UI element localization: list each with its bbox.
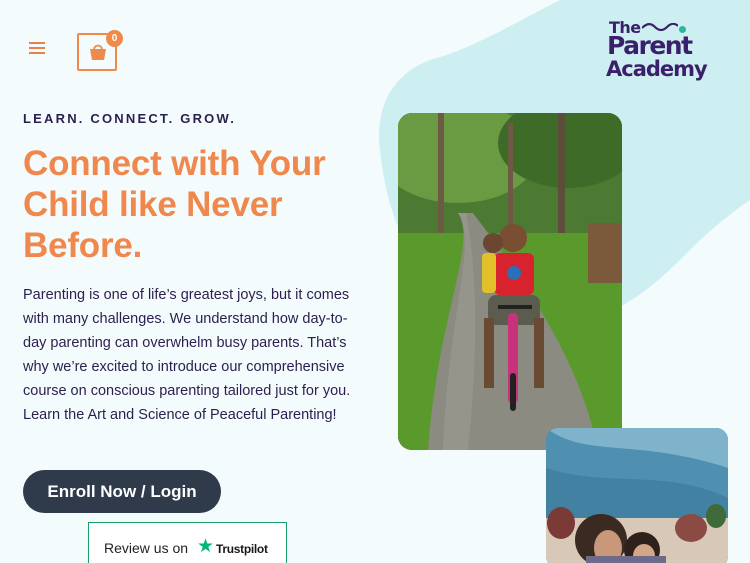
enroll-login-button[interactable]: Enroll Now / Login [23,470,221,513]
cart-button[interactable]: 0 [77,30,123,71]
trustpilot-review-button[interactable]: Review us on ★ Trustpilot [88,522,287,563]
trustpilot-brand: Trustpilot [216,542,268,556]
logo-line-academy: Academy [606,57,708,81]
hero-eyebrow: LEARN. CONNECT. GROW. [23,111,237,126]
shopping-bag-icon [90,44,106,60]
trustpilot-label: Review us on [104,540,189,556]
logo-wave-icon [642,23,678,31]
hamburger-menu-icon[interactable] [29,42,49,58]
cart-count-badge: 0 [106,30,123,47]
logo-line-parent: Parent [607,31,693,60]
hero-description: Parenting is one of life’s greatest joys… [23,287,351,423]
trustpilot-star-icon: ★ [197,536,215,557]
hero-headline: Connect with Your Child like Never Befor… [23,144,326,265]
kids-on-bicycle-photo [398,113,622,450]
site-logo[interactable]: The Parent Academy [606,18,714,88]
mother-and-child-photo [546,428,728,563]
